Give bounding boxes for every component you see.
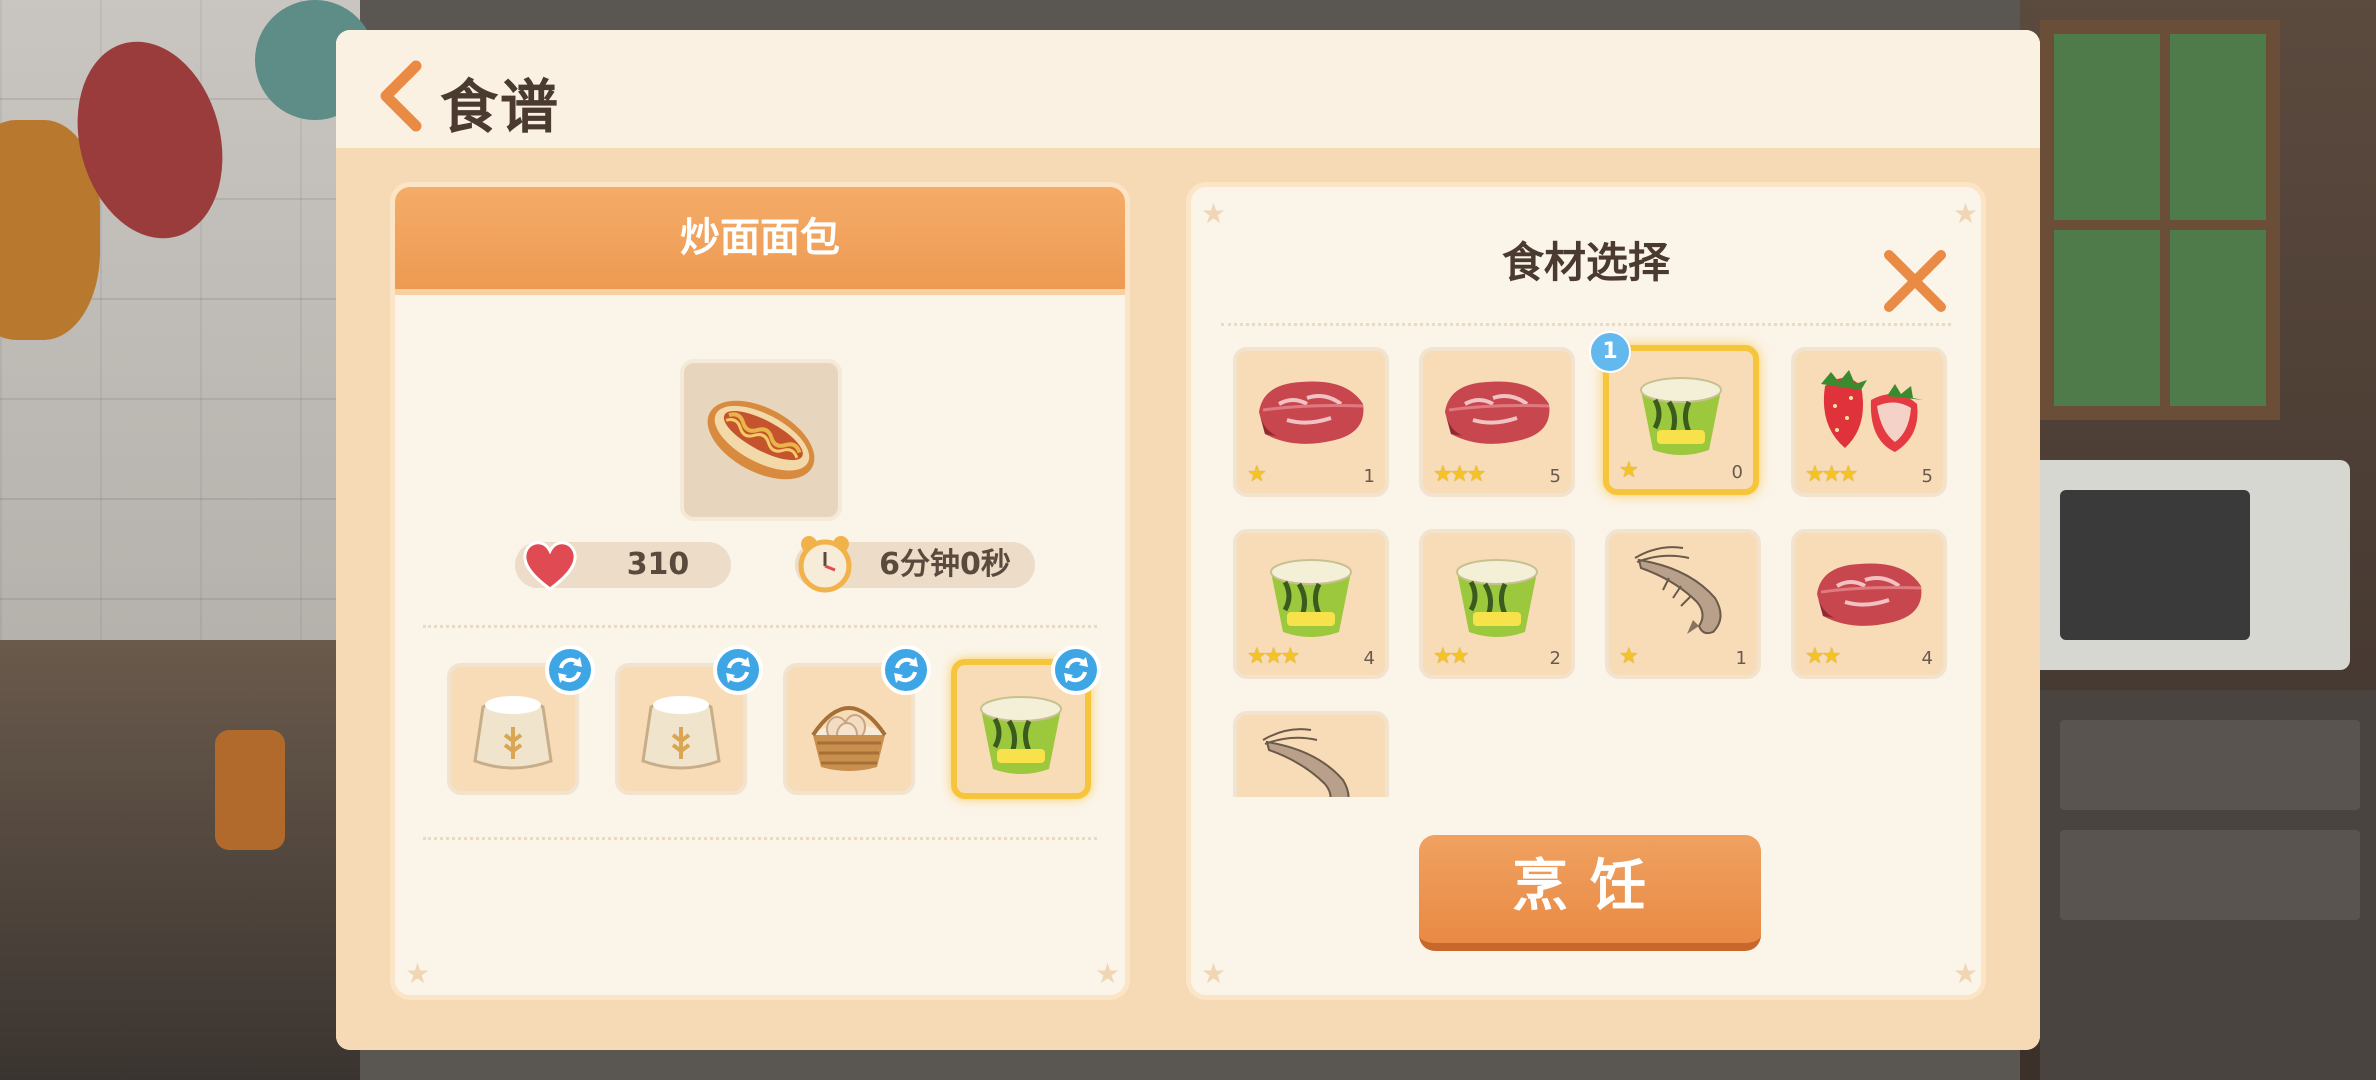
- ingredient-art: [1609, 533, 1757, 651]
- ingredient-item[interactable]: ★ 1: [1605, 529, 1761, 679]
- ingredient-item[interactable]: ★★★ 4: [1233, 529, 1389, 679]
- ingredient-art: [1423, 533, 1571, 651]
- affection-value: 310: [626, 547, 690, 582]
- counter: [0, 640, 360, 1080]
- ingredient-item[interactable]: ★★ 4: [1791, 529, 1947, 679]
- flour-sack-icon: [641, 696, 721, 770]
- refresh-icon: [558, 657, 582, 683]
- panel-header: 食谱: [336, 30, 2040, 148]
- rarity-stars: ★: [1247, 462, 1267, 487]
- recipe-panel: 食谱 炒面面包 ★ ★ 310 6分钟0秒 食材选择 ★ ★ ★ ★ ★ 1 ★…: [336, 30, 2040, 1050]
- ingredient-art: [1795, 533, 1943, 651]
- back-button[interactable]: [372, 58, 432, 134]
- hotdog-bun-icon: [707, 400, 815, 480]
- item-count: 5: [1921, 466, 1933, 487]
- ingredient-art: [1237, 533, 1385, 651]
- egg-basket-icon: [811, 706, 887, 771]
- selected-count-badge: 1: [1589, 331, 1631, 373]
- divider: [423, 837, 1097, 840]
- meat-icon: [1259, 381, 1364, 444]
- flour-sack-icon: [473, 696, 553, 770]
- refresh-icon: [894, 657, 918, 683]
- cook-button[interactable]: 烹饪: [1419, 835, 1761, 951]
- ingredient-item[interactable]: ★★★ 5: [1419, 347, 1575, 497]
- page-title: 食谱: [440, 73, 561, 141]
- chevron-left-icon: [380, 60, 422, 132]
- shrimp-icon: [1262, 728, 1350, 797]
- star-decoration-icon: ★: [1201, 957, 1227, 990]
- rarity-stars: ★: [1619, 458, 1639, 483]
- cup-noodle-icon: [1456, 559, 1538, 637]
- shrimp-icon: [1634, 546, 1722, 635]
- ingredient-art: [1609, 351, 1753, 469]
- cup-noodle-icon: [1270, 559, 1352, 637]
- ingredient-art: [1237, 715, 1385, 797]
- divider: [423, 625, 1097, 628]
- dish-image: [680, 359, 842, 521]
- star-decoration-icon: ★: [405, 957, 431, 990]
- swap-ingredient-button[interactable]: [881, 645, 931, 695]
- refresh-icon: [1064, 657, 1088, 683]
- alarm-clock-icon: [798, 536, 852, 593]
- ingredient-art: [1795, 351, 1943, 469]
- ingredient-art: [1423, 351, 1571, 469]
- star-decoration-icon: ★: [1953, 957, 1979, 990]
- window: [2040, 20, 2280, 420]
- heart-icon: [523, 541, 577, 591]
- meat-icon: [1817, 563, 1922, 626]
- swap-ingredient-button[interactable]: [545, 645, 595, 695]
- drawer: [2060, 720, 2360, 810]
- jar: [215, 730, 285, 850]
- rarity-stars: ★★: [1433, 644, 1469, 669]
- rarity-stars: ★★: [1805, 644, 1841, 669]
- item-count: 5: [1549, 466, 1561, 487]
- strawberry-icon: [1821, 370, 1923, 452]
- ingredient-item[interactable]: ★ 1: [1233, 347, 1389, 497]
- ingredient-item[interactable]: ★ 0: [1603, 345, 1759, 495]
- ingredient-item[interactable]: ★★ 2: [1419, 529, 1575, 679]
- recipe-name: 炒面面包: [680, 215, 840, 261]
- ingredient-select-card: 食材选择 ★ ★ ★ ★ ★ 1 ★★★ 5 ★ 0 1 ★★★ 5 ★★★ 4…: [1186, 182, 1986, 1000]
- item-count: 0: [1731, 462, 1743, 483]
- rarity-stars: ★★★: [1433, 462, 1486, 487]
- ingredient-art: [1237, 351, 1385, 469]
- ingredient-grid: ★ 1 ★★★ 5 ★ 0 1 ★★★ 5 ★★★ 4 ★★ 2 ★ 1 ★★ …: [1191, 187, 1981, 797]
- cup-noodle-icon: [1640, 377, 1722, 455]
- item-count: 1: [1735, 648, 1747, 669]
- microwave: [2030, 460, 2350, 670]
- cook-time-value: 6分钟0秒: [879, 547, 1011, 582]
- item-count: 2: [1549, 648, 1561, 669]
- drawer: [2060, 830, 2360, 920]
- meat-icon: [1445, 381, 1550, 444]
- swap-ingredient-button[interactable]: [1051, 645, 1101, 695]
- recipe-detail-card: 炒面面包 ★ ★ 310 6分钟0秒: [390, 182, 1130, 1000]
- rarity-stars: ★: [1619, 644, 1639, 669]
- item-count: 4: [1921, 648, 1933, 669]
- cup-noodle-icon: [980, 696, 1062, 774]
- swap-ingredient-button[interactable]: [713, 645, 763, 695]
- rarity-stars: ★★★: [1247, 644, 1300, 669]
- rarity-stars: ★★★: [1805, 462, 1858, 487]
- item-count: 4: [1363, 648, 1375, 669]
- item-count: 1: [1363, 466, 1375, 487]
- ingredient-item[interactable]: [1233, 711, 1389, 797]
- ingredient-item[interactable]: ★★★ 5: [1791, 347, 1947, 497]
- star-decoration-icon: ★: [1095, 957, 1121, 990]
- refresh-icon: [726, 657, 750, 683]
